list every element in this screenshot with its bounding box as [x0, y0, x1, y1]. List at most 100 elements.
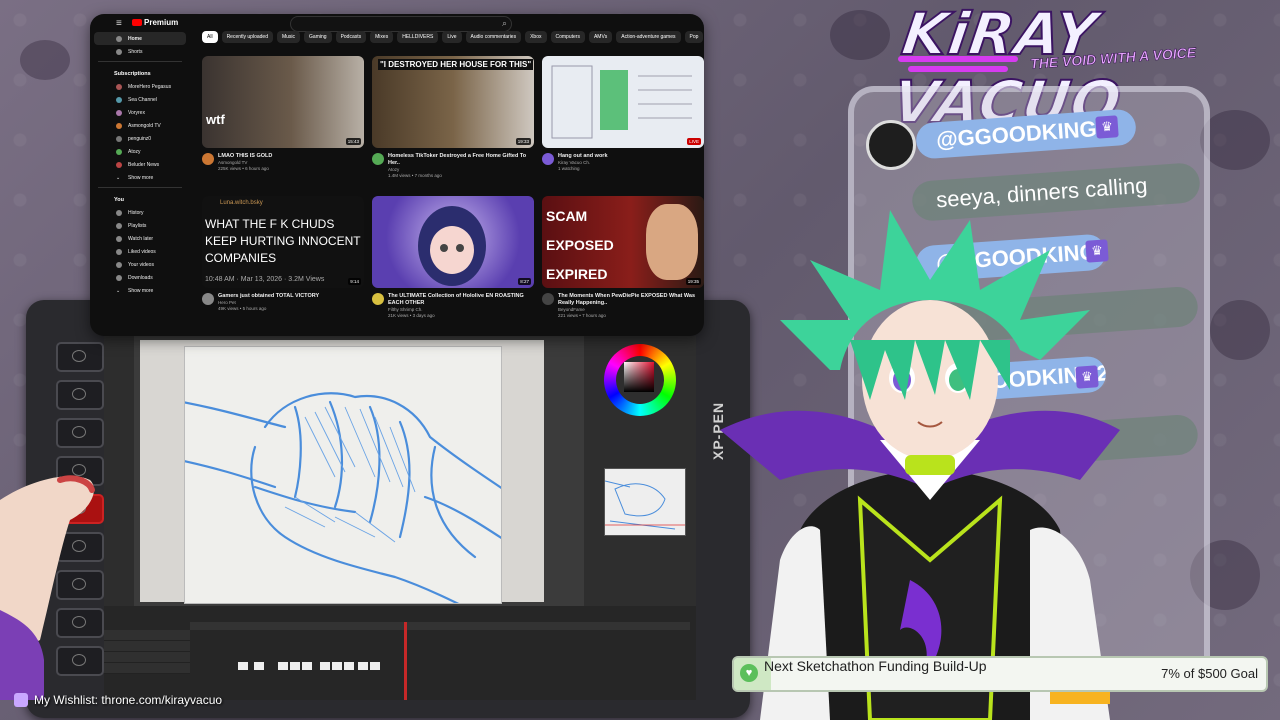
video-title[interactable]: Hang out and work [558, 153, 608, 160]
timeline-track[interactable] [104, 652, 190, 663]
timeline-frame[interactable] [332, 662, 342, 670]
chip[interactable]: Mixes [370, 31, 394, 43]
you-header[interactable]: You [90, 191, 190, 206]
sidebar-subscription[interactable]: Asmongold TV [90, 119, 190, 132]
video-title[interactable]: The ULTIMATE Collection of Hololive EN R… [388, 293, 534, 307]
heart-icon: ♥ [740, 664, 758, 682]
menu-icon[interactable]: ≡ [116, 18, 122, 29]
funding-goal-bar: ♥ Next Sketchathon Funding Build-Up 7% o… [732, 656, 1268, 692]
chip[interactable]: Music [276, 31, 301, 43]
video-card[interactable]: SCAM EXPOSED EXPIRED 19:35 The Moments W… [542, 196, 704, 319]
chip[interactable]: Pop [684, 31, 704, 43]
timeline-playhead[interactable] [404, 622, 407, 700]
channel-avatar[interactable] [372, 153, 384, 165]
video-title[interactable]: The Moments When PewDiePie EXPOSED What … [558, 293, 704, 307]
color-saturation-square[interactable] [624, 362, 654, 392]
timeline-frame[interactable] [278, 662, 288, 670]
canvas-area[interactable] [140, 340, 544, 619]
timeline-frame[interactable] [358, 662, 368, 670]
sidebar-show-more[interactable]: ⌄ Show more [90, 284, 190, 297]
video-card[interactable]: 8:27 The ULTIMATE Collection of Hololive… [372, 196, 534, 319]
video-card[interactable]: Luna.witch.bsky WHAT THE F K CHUDS KEEP … [202, 196, 364, 312]
sidebar-item-label: Home [128, 35, 142, 42]
sidebar-subscription[interactable]: Atozy [90, 145, 190, 158]
search-input[interactable]: ⌕ [290, 16, 512, 32]
sidebar-subscription[interactable]: Beluder News [90, 158, 190, 171]
goal-label: Next Sketchathon Funding Build-Up [764, 658, 987, 674]
timeline-frame[interactable] [344, 662, 354, 670]
chip[interactable]: Action-adventure games [616, 31, 681, 43]
thumbnail-face [646, 204, 698, 280]
chip[interactable]: Xbox [525, 31, 547, 43]
sidebar-item-liked[interactable]: Liked videos [90, 245, 190, 258]
animation-timeline[interactable] [104, 606, 696, 700]
timeline-track[interactable] [104, 641, 190, 652]
sidebar-item-history[interactable]: History [90, 206, 190, 219]
express-key[interactable] [56, 342, 104, 372]
canvas-paper[interactable] [153, 346, 517, 619]
chip[interactable]: Audio commentaries [465, 31, 522, 43]
sidebar-item-label: Watch later [128, 235, 154, 242]
chip[interactable]: All [202, 31, 218, 43]
channel-avatar[interactable] [372, 293, 384, 305]
video-card[interactable]: "I DESTROYED HER HOUSE FOR THIS" 19:33 H… [372, 56, 534, 179]
express-key[interactable] [56, 418, 104, 448]
chip[interactable]: AMVs [588, 31, 613, 43]
chip[interactable]: Live [442, 31, 462, 43]
channel-avatar[interactable] [542, 153, 554, 165]
timeline-ruler[interactable] [190, 622, 690, 630]
sidebar-show-more[interactable]: ⌄ Show more [90, 171, 190, 184]
express-key[interactable] [56, 380, 104, 410]
chip[interactable]: Computers [550, 31, 585, 43]
channel-avatar[interactable] [202, 153, 214, 165]
timeline-frame[interactable] [238, 662, 248, 670]
video-title[interactable]: Homeless TikToker Destroyed a Free Home … [388, 153, 534, 167]
sidebar-item-home[interactable]: Home [94, 32, 186, 45]
sidebar-item-label: Show more [128, 174, 154, 181]
youtube-logo[interactable]: Premium [132, 18, 178, 27]
sidebar-item-playlists[interactable]: Playlists [90, 219, 190, 232]
timeline-track[interactable] [104, 630, 190, 641]
sidebar-item-label: MoreHero Pegasus [128, 83, 172, 90]
chip[interactable]: Recently uploaded [221, 31, 273, 43]
video-card[interactable]: LIVE Hang out and work Kiray Vacuo Ch. 1… [542, 56, 704, 172]
video-duration: 19:35 [685, 278, 701, 285]
video-title[interactable]: LMAO THIS IS GOLD [218, 153, 272, 160]
sidebar-item-downloads[interactable]: Downloads [90, 271, 190, 284]
subscriptions-header[interactable]: Subscriptions [90, 65, 190, 80]
video-title[interactable]: Gamers just obtained TOTAL VICTORY [218, 293, 319, 300]
sidebar-subscription[interactable]: MoreHero Pegasus [90, 80, 190, 93]
sidebar-item-label: Sea Channel [128, 96, 157, 103]
chip[interactable]: Podcasts [335, 31, 367, 43]
video-thumbnail[interactable]: SCAM EXPOSED EXPIRED 19:35 [542, 196, 704, 288]
color-panel[interactable] [584, 336, 696, 606]
timeline-frame[interactable] [320, 662, 330, 670]
video-stats: 225K views • 6 hours ago [218, 166, 269, 171]
video-stats: 49K views • 5 hours ago [218, 306, 267, 311]
channel-avatar[interactable] [542, 293, 554, 305]
sidebar-subscription[interactable]: penguinz0 [90, 132, 190, 145]
video-thumbnail[interactable]: wtf 15:43 [202, 56, 364, 148]
youtube-window: ≡ Premium ⌕ Home Shorts Subscriptions Mo… [90, 14, 704, 336]
chip[interactable]: HELLDIVERS [397, 31, 439, 43]
sidebar-subscription[interactable]: Sea Channel [90, 93, 190, 106]
video-thumbnail[interactable]: "I DESTROYED HER HOUSE FOR THIS" 19:33 [372, 56, 534, 148]
navigator-thumbnail[interactable] [604, 468, 686, 536]
chip[interactable]: Gaming [304, 31, 332, 43]
timeline-frame[interactable] [254, 662, 264, 670]
sidebar-subscription[interactable]: Voryrex [90, 106, 190, 119]
sidebar-item-your-videos[interactable]: Your videos [90, 258, 190, 271]
search-icon[interactable]: ⌕ [502, 18, 507, 29]
channel-avatar[interactable] [202, 293, 214, 305]
timeline-frame[interactable] [370, 662, 380, 670]
video-thumbnail[interactable]: Luna.witch.bsky WHAT THE F K CHUDS KEEP … [202, 196, 364, 288]
video-thumbnail[interactable]: 8:27 [372, 196, 534, 288]
timeline-track[interactable] [104, 663, 190, 674]
sidebar-item-watch-later[interactable]: Watch later [90, 232, 190, 245]
timeline-frame[interactable] [290, 662, 300, 670]
video-thumbnail[interactable]: LIVE [542, 56, 704, 148]
chat-user-avatar [866, 120, 916, 170]
timeline-frame[interactable] [302, 662, 312, 670]
sidebar-item-shorts[interactable]: Shorts [90, 45, 190, 58]
video-card[interactable]: wtf 15:43 LMAO THIS IS GOLD Asmongold TV… [202, 56, 364, 172]
